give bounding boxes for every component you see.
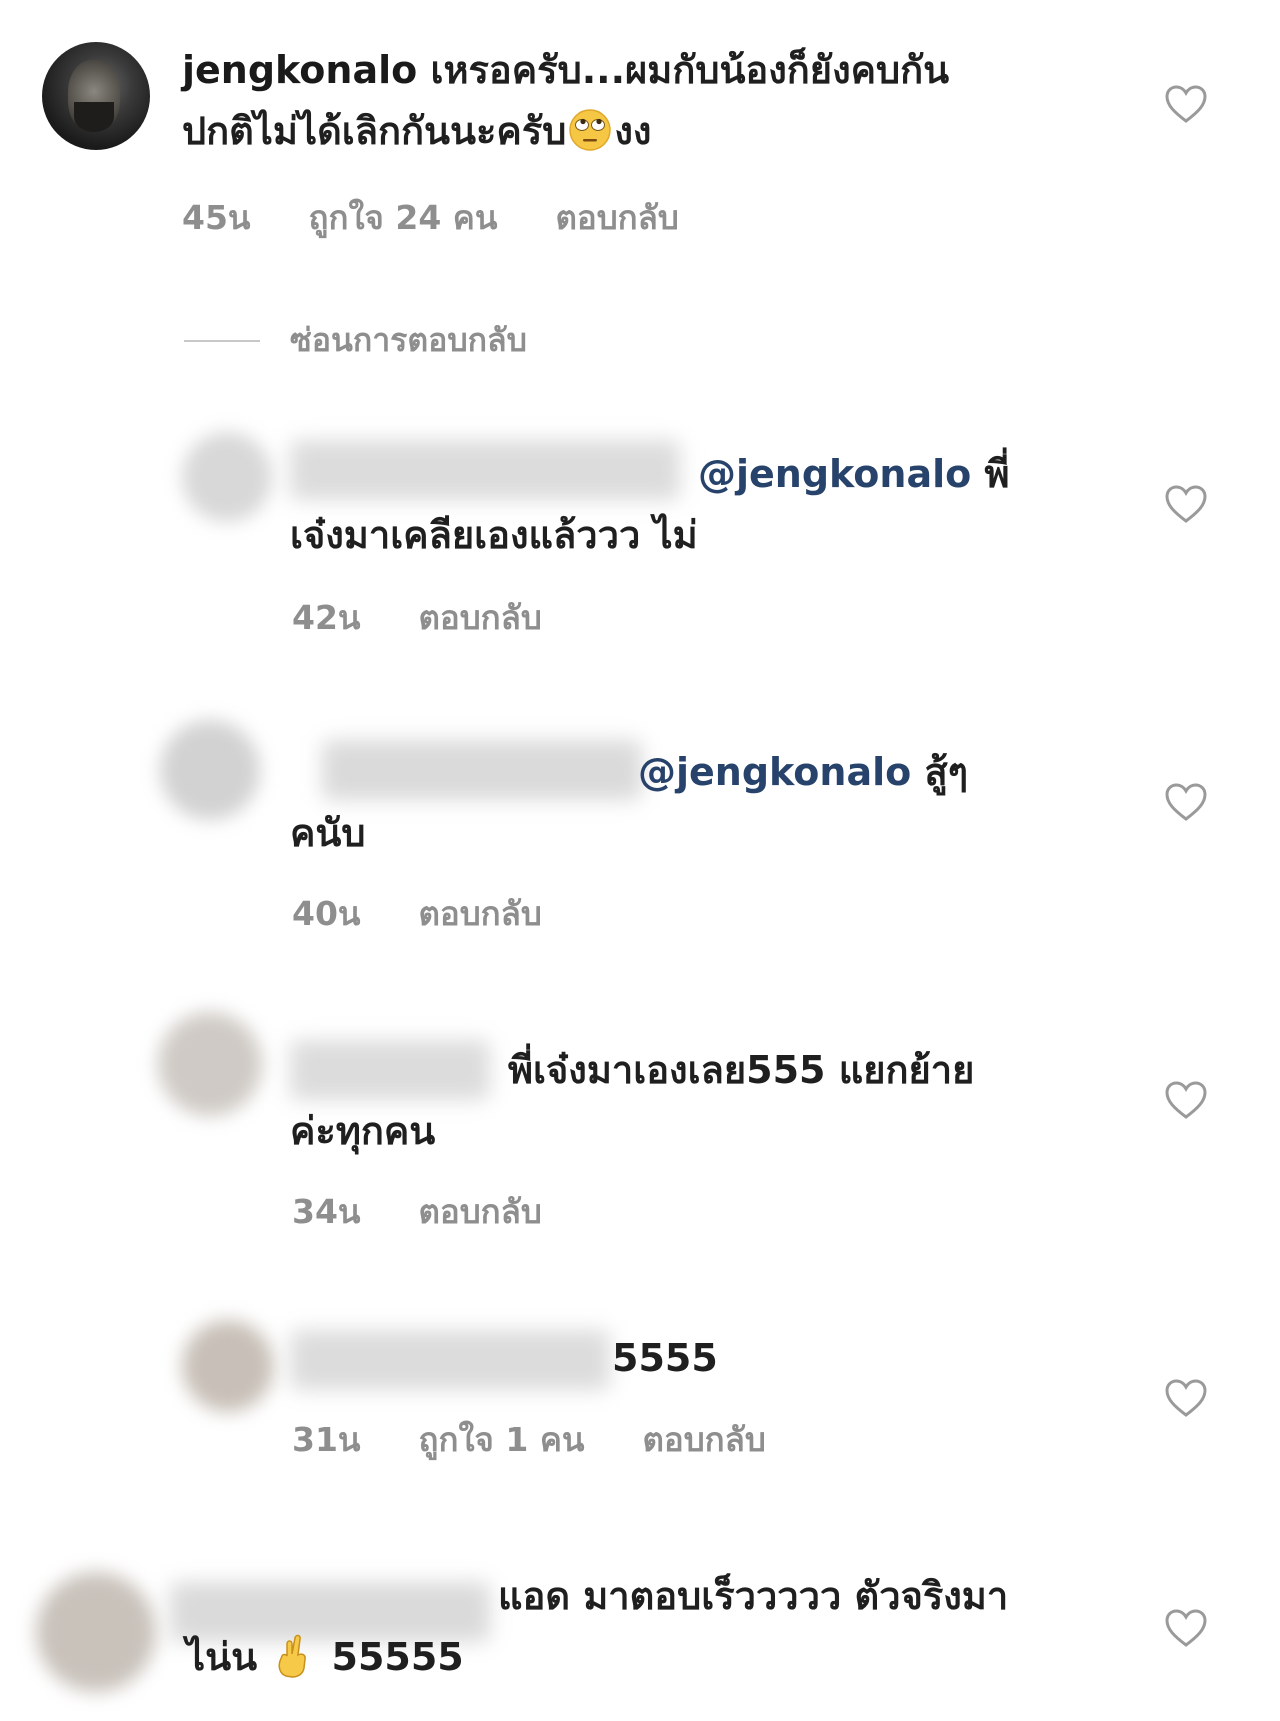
hide-replies-button[interactable]: ซ่อนการตอบกลับ <box>290 320 527 360</box>
heart-outline-icon[interactable] <box>1164 1378 1208 1418</box>
avatar[interactable] <box>158 1012 262 1116</box>
reply-text: 5555 <box>290 1328 1070 1389</box>
reply-meta: 34น ตอบกลับ <box>292 1192 600 1232</box>
reply-meta: 42น ตอบกลับ <box>292 598 600 638</box>
reply-line2: ค่ะทุกคน <box>290 1109 436 1153</box>
comment-meta: 45น ถูกใจ 24 คน ตอบกลับ <box>182 198 737 238</box>
reply-time: 40น <box>292 894 361 933</box>
reply-meta: 40น ตอบกลับ <box>292 894 600 934</box>
heart-outline-icon[interactable] <box>1164 1608 1208 1648</box>
reply-line1: พี่เจ๋งมาเองเลย555 แยกย้าย <box>508 1048 975 1092</box>
comment-after-emoji: งง <box>614 109 652 153</box>
likes-count-link[interactable]: ถูกใจ 24 คน <box>308 198 497 238</box>
likes-count-link[interactable]: ถูกใจ 1 คน <box>418 1420 584 1460</box>
reply-line2: เจ๋งมาเคลียเองแล้ววว ไม่ <box>290 513 698 557</box>
reply-text: แอด มาตอบเร็ววววว ตัวจริงมา ไน่น 55555 <box>186 1566 1086 1688</box>
avatar[interactable] <box>42 42 150 150</box>
reply-line1: 5555 <box>612 1336 718 1380</box>
comment-text: jengkonalo เหรอครับ...ผมกับน้องก็ยังคบกั… <box>182 40 1082 162</box>
avatar[interactable] <box>36 1572 156 1692</box>
avatar[interactable] <box>182 1320 274 1412</box>
comment-line1: เหรอครับ...ผมกับน้องก็ยังคบกัน <box>417 48 950 92</box>
face-with-rolling-eyes-icon <box>569 109 612 151</box>
reply-time: 31น <box>292 1420 361 1459</box>
mention-link[interactable]: @jengkonalo <box>638 750 911 794</box>
reply-button[interactable]: ตอบกลับ <box>418 598 541 638</box>
reply-button[interactable]: ตอบกลับ <box>642 1420 765 1460</box>
reply-line1: พี่ <box>971 452 1010 496</box>
heart-outline-icon[interactable] <box>1164 84 1208 124</box>
reply-time: 42น <box>292 598 361 637</box>
reply-button[interactable]: ตอบกลับ <box>555 198 678 238</box>
reply-line1: สู้ๆ <box>911 750 969 794</box>
reply-button[interactable]: ตอบกลับ <box>418 894 541 934</box>
avatar[interactable] <box>182 432 272 522</box>
reply-line2: คนับ <box>290 811 366 855</box>
reply-text: พี่เจ๋งมาเองเลย555 แยกย้าย ค่ะทุกคน <box>290 1040 1090 1162</box>
reply-line2: ไน่น <box>186 1635 258 1679</box>
hide-replies-divider <box>184 340 260 342</box>
mention-link[interactable]: @jengkonalo <box>698 452 971 496</box>
avatar[interactable] <box>160 720 260 820</box>
heart-outline-icon[interactable] <box>1164 484 1208 524</box>
reply-meta: 31น ถูกใจ 1 คน ตอบกลับ <box>292 1420 824 1460</box>
heart-outline-icon[interactable] <box>1164 1080 1208 1120</box>
victory-hand-icon <box>278 1634 307 1678</box>
comment-time: 45น <box>182 198 251 237</box>
reply-text: @jengkonalo สู้ๆ คนับ <box>290 742 1070 864</box>
comment-line2: ปกติไม่ได้เลิกกันนะครับ <box>182 109 567 153</box>
reply-button[interactable]: ตอบกลับ <box>418 1192 541 1232</box>
reply-time: 34น <box>292 1192 361 1231</box>
username-link[interactable]: jengkonalo <box>182 48 417 92</box>
reply-line1: แอด มาตอบเร็ววววว ตัวจริงมา <box>498 1574 1009 1618</box>
reply-text: @jengkonalo พี่ เจ๋งมาเคลียเองแล้ววว ไม่ <box>290 444 1070 566</box>
heart-outline-icon[interactable] <box>1164 782 1208 822</box>
reply-line2-tail: 55555 <box>318 1635 464 1679</box>
